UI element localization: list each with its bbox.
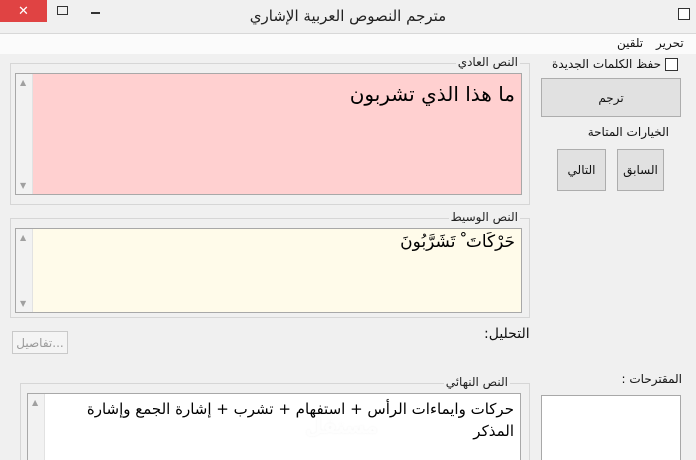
suggestions-label: المقترحات : xyxy=(621,372,682,386)
normal-text-input[interactable]: ▲ ▼ ما هذا الذي تشربون xyxy=(15,73,522,195)
details-button[interactable]: تفاصيل... xyxy=(12,331,68,354)
menu-dictation[interactable]: تلقين xyxy=(617,36,643,50)
final-text-label: النص النهائي xyxy=(443,375,510,389)
title-bar: ✕ مترجم النصوص العربية الإشاري xyxy=(0,0,696,34)
save-new-words-checkbox[interactable] xyxy=(665,58,678,71)
scroll-up-icon[interactable]: ▲ xyxy=(20,78,26,87)
next-button[interactable]: التالي xyxy=(557,149,606,191)
watermark-domain: mostaql.com xyxy=(305,438,378,451)
save-new-words-label: حفظ الكلمات الجديدة xyxy=(552,57,661,71)
menu-edit[interactable]: تحرير xyxy=(656,36,684,50)
final-text-input[interactable]: ▲ حركات وايماءات الرأس + استفهام + تشرب … xyxy=(27,393,521,460)
intermediate-text-label: النص الوسيط xyxy=(448,210,520,224)
app-icon xyxy=(678,8,690,20)
menu-bar: تحرير تلقين xyxy=(0,34,696,54)
normal-text-label: النص العادي xyxy=(455,55,520,69)
options-label: الخيارات المتاحة xyxy=(587,125,669,139)
scroll-down-icon[interactable]: ▼ xyxy=(20,181,26,190)
normal-text-scrollbar[interactable]: ▲ ▼ xyxy=(16,74,33,194)
intermediate-text-scrollbar[interactable]: ▲ ▼ xyxy=(16,229,33,312)
scroll-up-icon[interactable]: ▲ xyxy=(32,398,38,407)
final-text-value: حركات وايماءات الرأس + استفهام + تشرب + … xyxy=(86,400,514,440)
intermediate-text-value: حَرْكَاتَ ْ تَشَرَّبُونَ xyxy=(400,232,515,252)
watermark-logo: مستقل mostaql.com xyxy=(305,414,378,451)
previous-button[interactable]: السابق xyxy=(617,149,664,191)
intermediate-text-input[interactable]: ▲ ▼ حَرْكَاتَ ْ تَشَرَّبُونَ xyxy=(15,228,522,313)
analysis-label: التحليل: xyxy=(484,326,530,342)
suggestions-list[interactable] xyxy=(541,395,681,460)
scroll-down-icon[interactable]: ▼ xyxy=(20,299,26,308)
window-title: مترجم النصوص العربية الإشاري xyxy=(249,7,447,25)
normal-text-value: ما هذا الذي تشربون xyxy=(349,82,515,106)
watermark-brand: مستقل xyxy=(305,414,379,438)
final-text-scrollbar[interactable]: ▲ xyxy=(28,394,45,460)
scroll-up-icon[interactable]: ▲ xyxy=(20,233,26,242)
translate-button[interactable]: ترجم xyxy=(541,78,681,117)
